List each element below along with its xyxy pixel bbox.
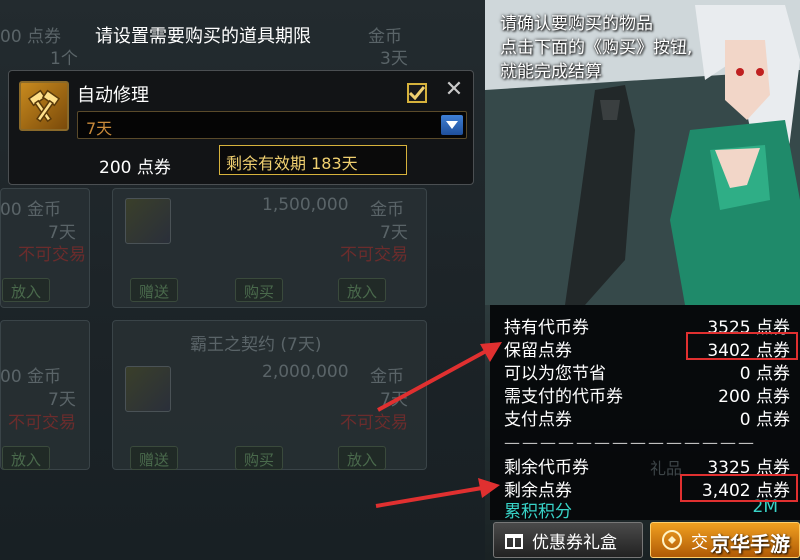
gift-box-icon <box>505 534 523 549</box>
period-select-value: 7天 <box>86 119 113 138</box>
bg-row1-buy-button[interactable]: 购买 <box>235 278 284 302</box>
arrow-annotation-2 <box>375 478 500 508</box>
stat-value: 0 点券 <box>739 410 790 430</box>
checkmark-icon <box>409 86 425 100</box>
stat-row-coupons-to-pay: 需支付的代币券 200 点券 <box>504 382 790 407</box>
bg-top-days: 3天 <box>380 49 408 69</box>
highlight-box-remaining-points <box>680 474 798 502</box>
bg-row2-buy-button[interactable]: 购买 <box>235 446 284 470</box>
validity-badge: 剩余有效期 183天 <box>219 145 407 175</box>
bg-row2-gift-button[interactable]: 赠送 <box>130 446 179 470</box>
bg-row1-gift-button[interactable]: 赠送 <box>130 278 179 302</box>
stat-label: 可以为您节省 <box>504 364 606 384</box>
item-name: 自动修理 <box>77 85 149 106</box>
bg-row1-left-status: 不可交易 <box>18 245 86 265</box>
bg-card-title: 霸王之契约 (7天) <box>190 335 322 355</box>
shop-item-thumbnail[interactable] <box>125 366 171 412</box>
buy-button-label: 交 <box>691 532 708 553</box>
stat-value: 0 点券 <box>739 364 790 384</box>
bg-row2-collect-button[interactable]: 放入 <box>338 446 387 470</box>
dialog-title: 请设置需要购买的道具期限 <box>95 26 311 47</box>
arrow-annotation-1 <box>377 342 502 412</box>
stat-value: 200 点券 <box>718 387 790 407</box>
npc-speech-bubble: 请确认要购买的物品 点击下面的《购买》按钮, 就能完成结算 <box>500 12 720 84</box>
bg-row1-left-price: 00 金币 <box>0 200 62 220</box>
period-select[interactable]: 7天 <box>77 111 467 139</box>
purchase-period-dialog: 自动修理 ✕ 7天 200 点券 剩余有效期 183天 <box>8 70 474 185</box>
bg-row1-collect-button[interactable]: 放入 <box>338 278 387 302</box>
highlight-box-reserved-points <box>686 332 798 360</box>
item-price: 200 点券 <box>99 158 171 178</box>
bg-row1-left-collect-button[interactable]: 放入 <box>2 278 51 302</box>
bg-row1-right-price: 1,500,000 <box>262 195 349 215</box>
stat-label: 需支付的代币券 <box>504 387 623 407</box>
stat-row-points-to-pay: 支付点券 0 点券 <box>504 405 790 430</box>
stat-label: 剩余代币券 <box>504 458 589 478</box>
bg-row2-right-price: 2,000,000 <box>262 362 349 382</box>
stat-label: 持有代币券 <box>504 318 589 338</box>
confirm-checkbox[interactable] <box>407 83 427 103</box>
stat-label: 累积积分 <box>504 502 572 522</box>
coin-icon <box>662 530 682 550</box>
shop-item-thumbnail[interactable] <box>125 198 171 244</box>
stat-row-savings: 可以为您节省 0 点券 <box>504 359 790 384</box>
dropdown-button[interactable] <box>441 115 463 135</box>
close-icon: ✕ <box>444 77 464 102</box>
bg-row2-left-status: 不可交易 <box>8 413 76 433</box>
bg-row2-left-collect-button[interactable]: 放入 <box>2 446 51 470</box>
npc-speech-line-2: 点击下面的《购买》按钮, <box>500 38 693 58</box>
bg-row1-right-status: 不可交易 <box>340 245 408 265</box>
divider: —————————————— <box>504 433 756 452</box>
bg-top-count: 1个 <box>50 49 78 69</box>
stat-label: 支付点券 <box>504 410 572 430</box>
coupon-button-label: 优惠券礼盒 <box>532 532 617 553</box>
close-button[interactable]: ✕ <box>443 79 465 101</box>
hammer-icon <box>19 81 69 131</box>
stat-label: 保留点券 <box>504 341 572 361</box>
bg-row2-left-days: 7天 <box>48 390 76 410</box>
chevron-down-icon <box>446 121 458 129</box>
bg-row1-right-unit: 金币 <box>370 200 404 220</box>
npc-speech-line-3: 就能完成结算 <box>500 62 602 82</box>
coupon-giftbox-button[interactable]: 优惠券礼盒 <box>493 522 643 558</box>
npc-speech-line-1: 请确认要购买的物品 <box>500 14 653 34</box>
watermark: 京华手游 <box>710 532 790 556</box>
bg-row2-left-price: 00 金币 <box>0 367 62 387</box>
stat-row-remaining-coupons: 剩余代币券 3325 点券 <box>504 453 790 478</box>
